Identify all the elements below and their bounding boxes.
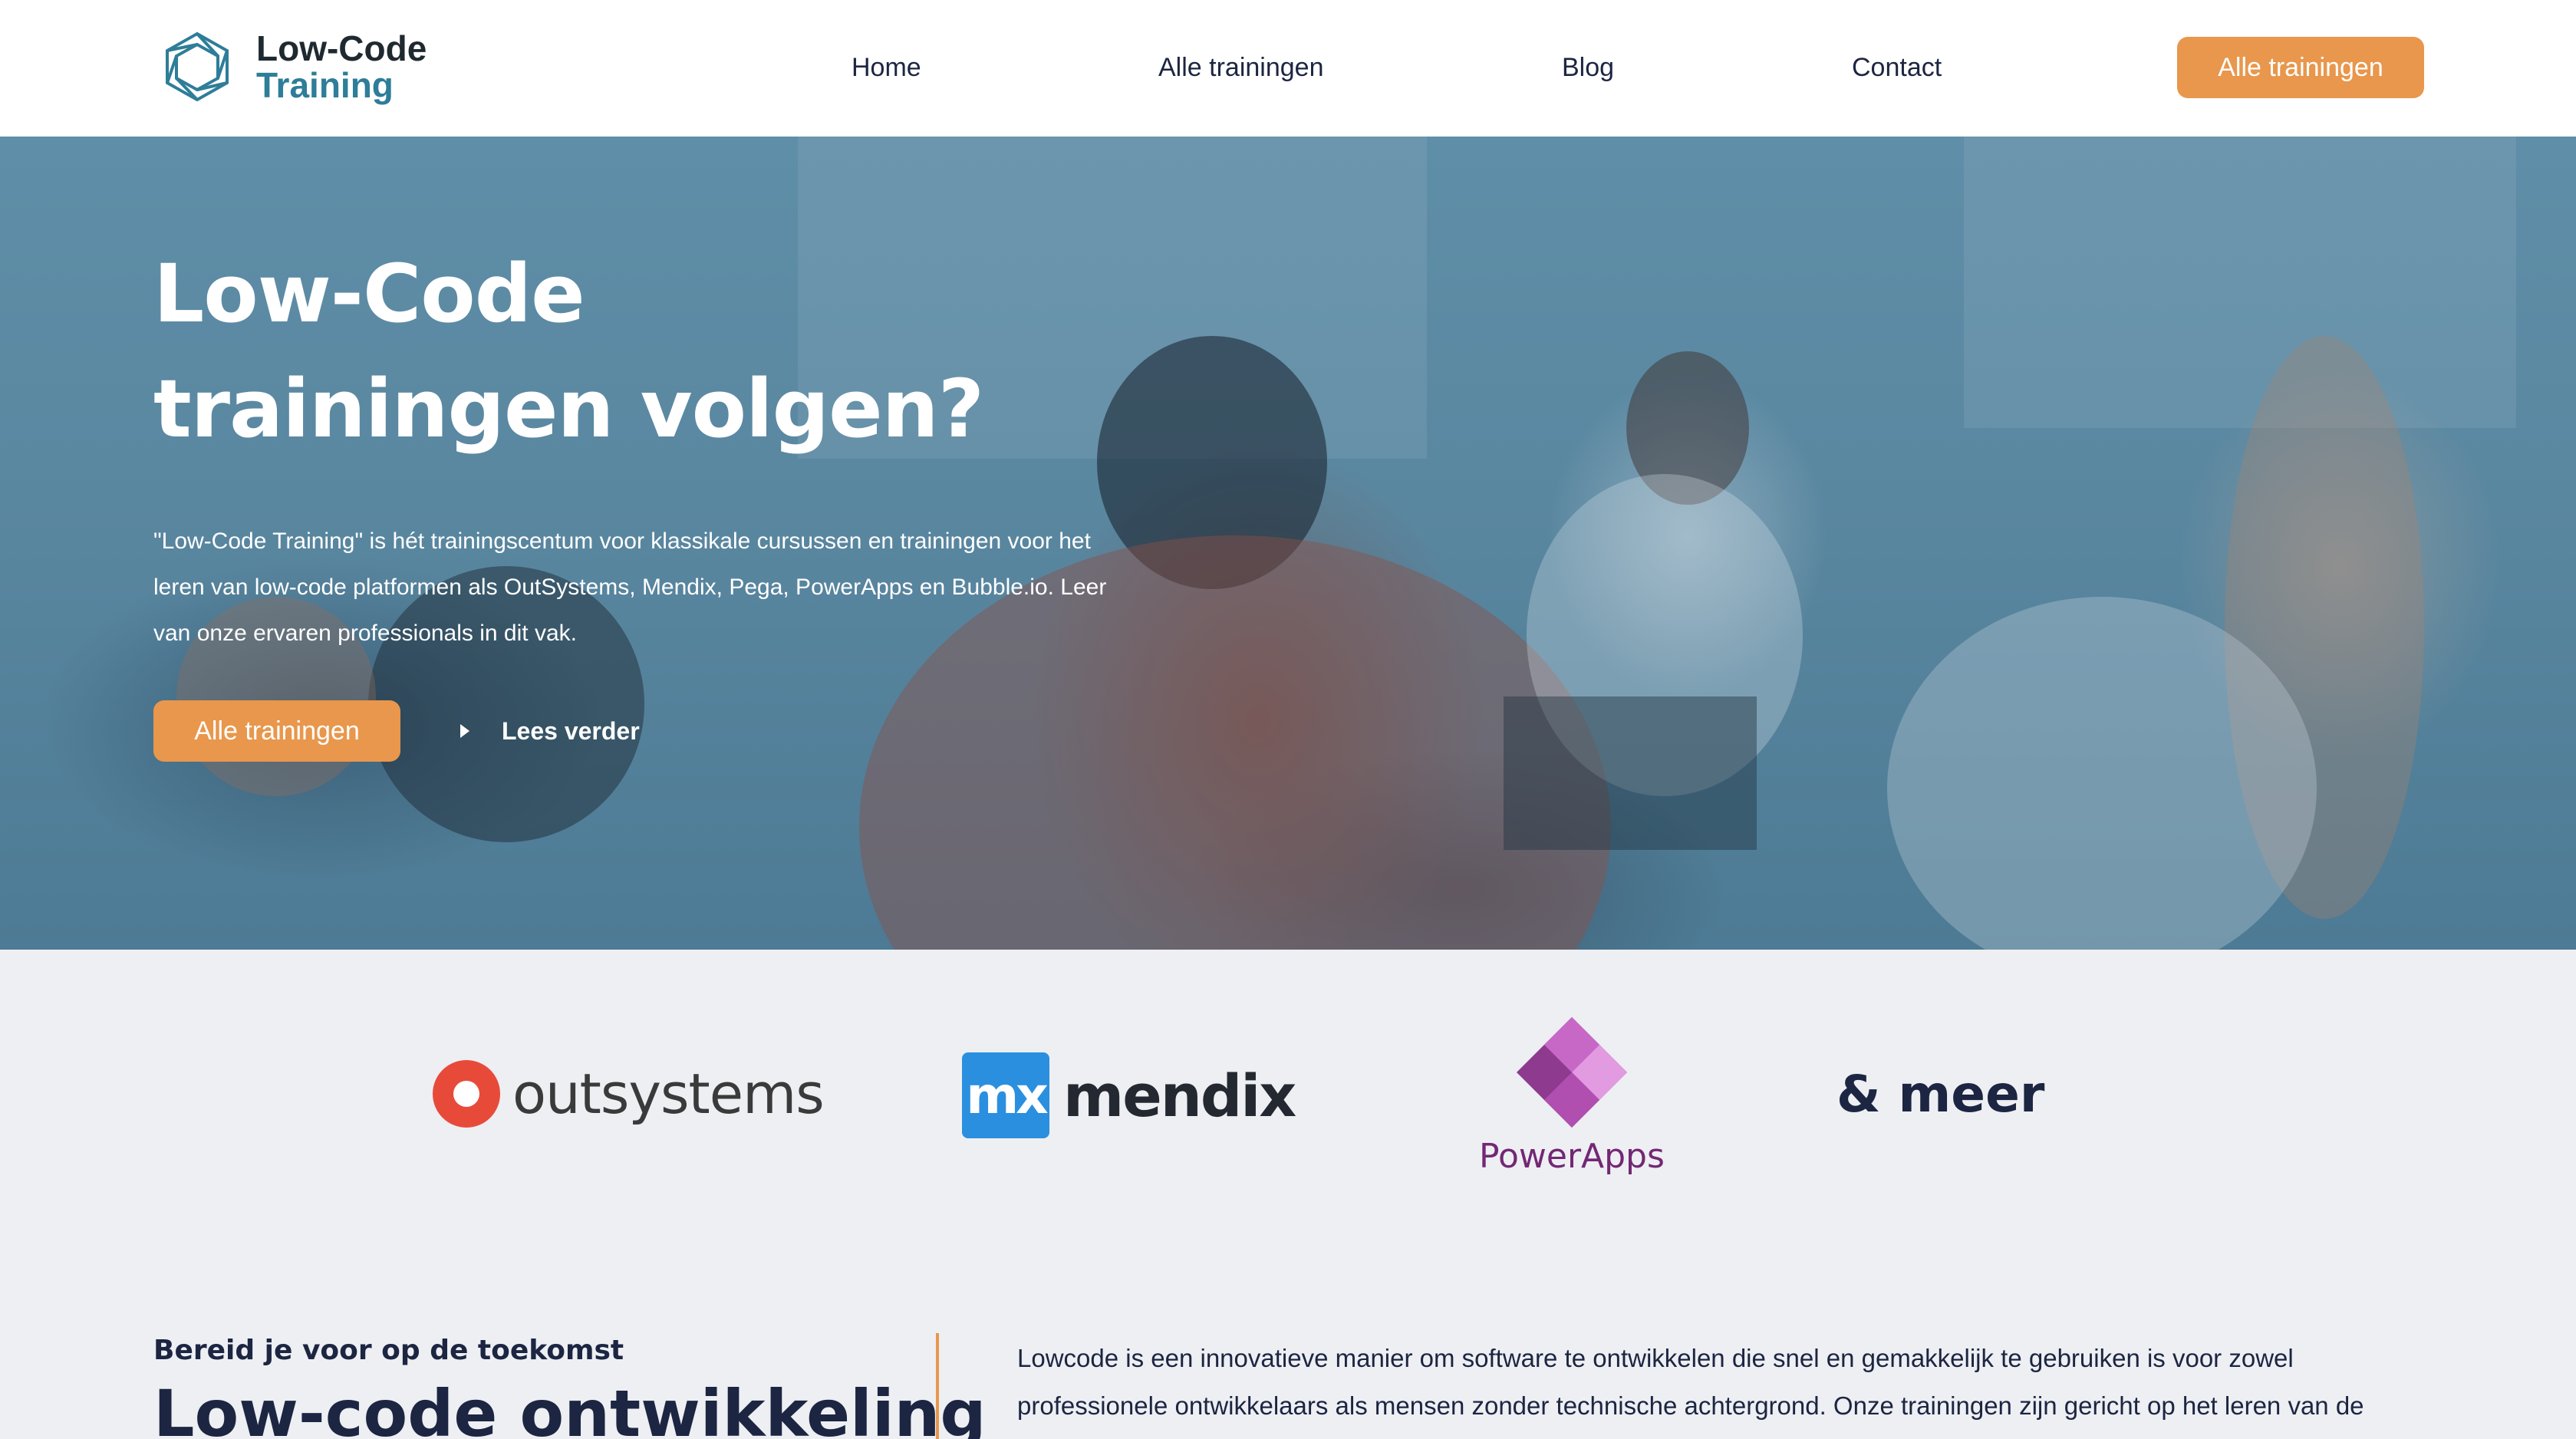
hero-description: "Low-Code Training" is hét trainingscent…: [153, 529, 1107, 646]
nav-alle-trainingen[interactable]: Alle trainingen: [1158, 46, 1323, 89]
hero-title-line2: trainingen volgen?: [153, 362, 984, 456]
logo-line1: Low-Code: [256, 28, 427, 68]
site-header: Low-Code Training Home Alle trainingen B…: [0, 0, 2576, 137]
nav-home[interactable]: Home: [852, 46, 921, 89]
nav-contact[interactable]: Contact: [1852, 46, 1942, 89]
hero-trainings-button[interactable]: Alle trainingen: [153, 700, 400, 762]
logo-line2: Training: [256, 65, 394, 105]
hero-title: Low-Code trainingen volgen?: [153, 236, 1227, 466]
powerapps-diamond-icon: [1516, 1017, 1627, 1128]
logo-wordmark: Low-Code Training: [256, 31, 427, 103]
intro-body-text: Lowcode is een innovatieve manier om sof…: [1017, 1344, 2364, 1420]
more-platforms-label: & meer: [1836, 1065, 2045, 1124]
intro-divider: [936, 1333, 939, 1439]
read-more-label: Lees verder: [502, 716, 640, 745]
logo-hexagon-icon: [166, 31, 229, 102]
header-trainings-button[interactable]: Alle trainingen: [2177, 37, 2424, 98]
site-logo[interactable]: Low-Code Training: [163, 31, 427, 103]
outsystems-ring-icon: [433, 1060, 500, 1128]
nav-blog[interactable]: Blog: [1562, 46, 1614, 89]
powerapps-wordmark: PowerApps: [1479, 1137, 1665, 1176]
mendix-logo: mx mendix: [962, 1052, 1296, 1138]
hero-title-line1: Low-Code: [153, 247, 585, 341]
play-arrow-icon: [460, 724, 469, 738]
read-more-link[interactable]: Lees verder: [460, 700, 640, 762]
mendix-mx-icon: mx: [962, 1052, 1049, 1138]
intro-eyebrow: Bereid je voor op de toekomst: [153, 1335, 624, 1366]
intro-title: Low-code ontwikkeling: [153, 1376, 987, 1439]
powerapps-logo: PowerApps: [1479, 1017, 1665, 1176]
hero-banner: Low-Code trainingen volgen? "Low-Code Tr…: [0, 137, 2576, 950]
outsystems-wordmark: outsystems: [512, 1062, 825, 1126]
mendix-wordmark: mendix: [1063, 1061, 1296, 1130]
outsystems-logo: outsystems: [433, 1060, 825, 1128]
